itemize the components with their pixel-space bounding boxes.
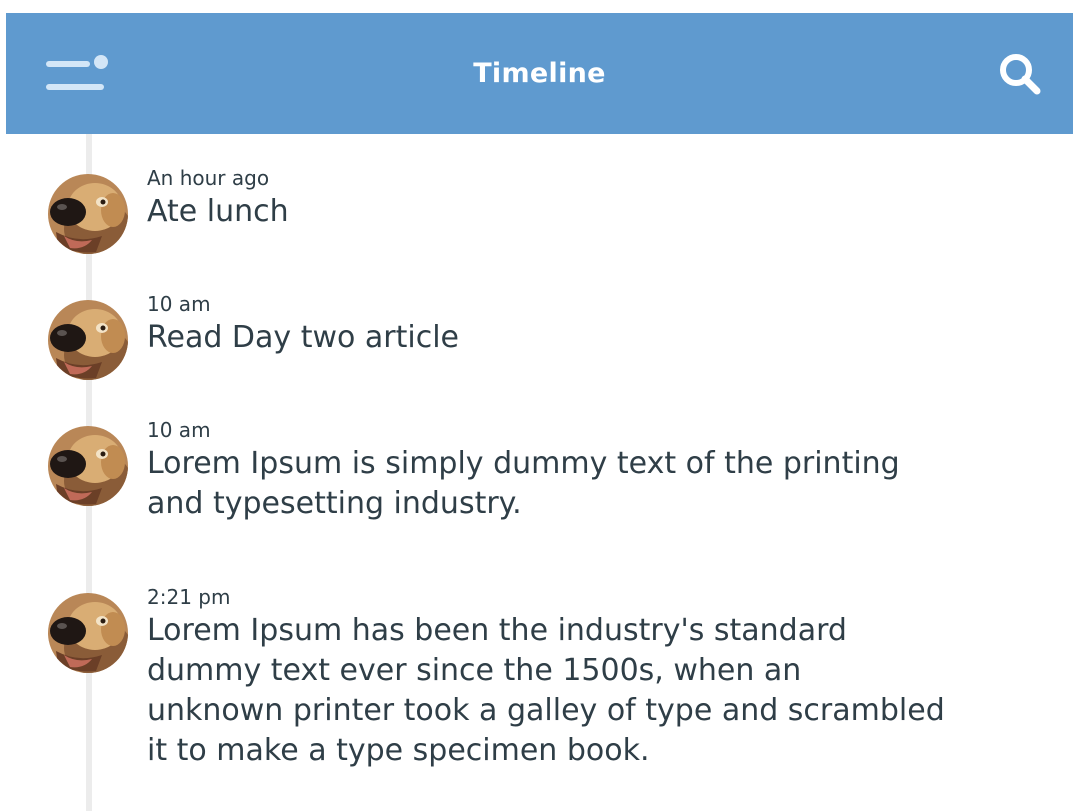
menu-icon-bar xyxy=(46,84,104,90)
dog-avatar-icon[interactable] xyxy=(48,174,128,254)
dog-avatar-image xyxy=(48,300,128,380)
dog-avatar-icon[interactable] xyxy=(48,300,128,380)
menu-notification-dot xyxy=(94,55,108,69)
entry-time: An hour ago xyxy=(147,166,270,190)
entry-text: Ate lunch xyxy=(147,194,289,229)
entry-time: 2:21 pm xyxy=(147,585,231,609)
entry-time: 10 am xyxy=(147,292,211,316)
entry-time: 10 am xyxy=(147,418,211,442)
search-button[interactable] xyxy=(996,51,1046,97)
dog-avatar-image xyxy=(48,174,128,254)
dog-avatar-icon[interactable] xyxy=(48,593,128,673)
search-icon xyxy=(1000,54,1041,95)
timeline-screen: Timeline An hour ago Ate lunch 10 am Rea… xyxy=(0,0,1073,811)
dog-avatar-icon[interactable] xyxy=(48,426,128,506)
page-title: Timeline xyxy=(473,58,606,89)
entry-text: Read Day two article xyxy=(147,320,459,355)
menu-icon xyxy=(46,61,90,67)
entry-text: Lorem Ipsum has been the industry's stan… xyxy=(147,613,945,768)
menu-button[interactable] xyxy=(44,53,114,93)
dog-avatar-image xyxy=(48,593,128,673)
dog-avatar-image xyxy=(48,426,128,506)
app-header: Timeline xyxy=(6,13,1073,134)
entry-text: Lorem Ipsum is simply dummy text of the … xyxy=(147,446,900,521)
